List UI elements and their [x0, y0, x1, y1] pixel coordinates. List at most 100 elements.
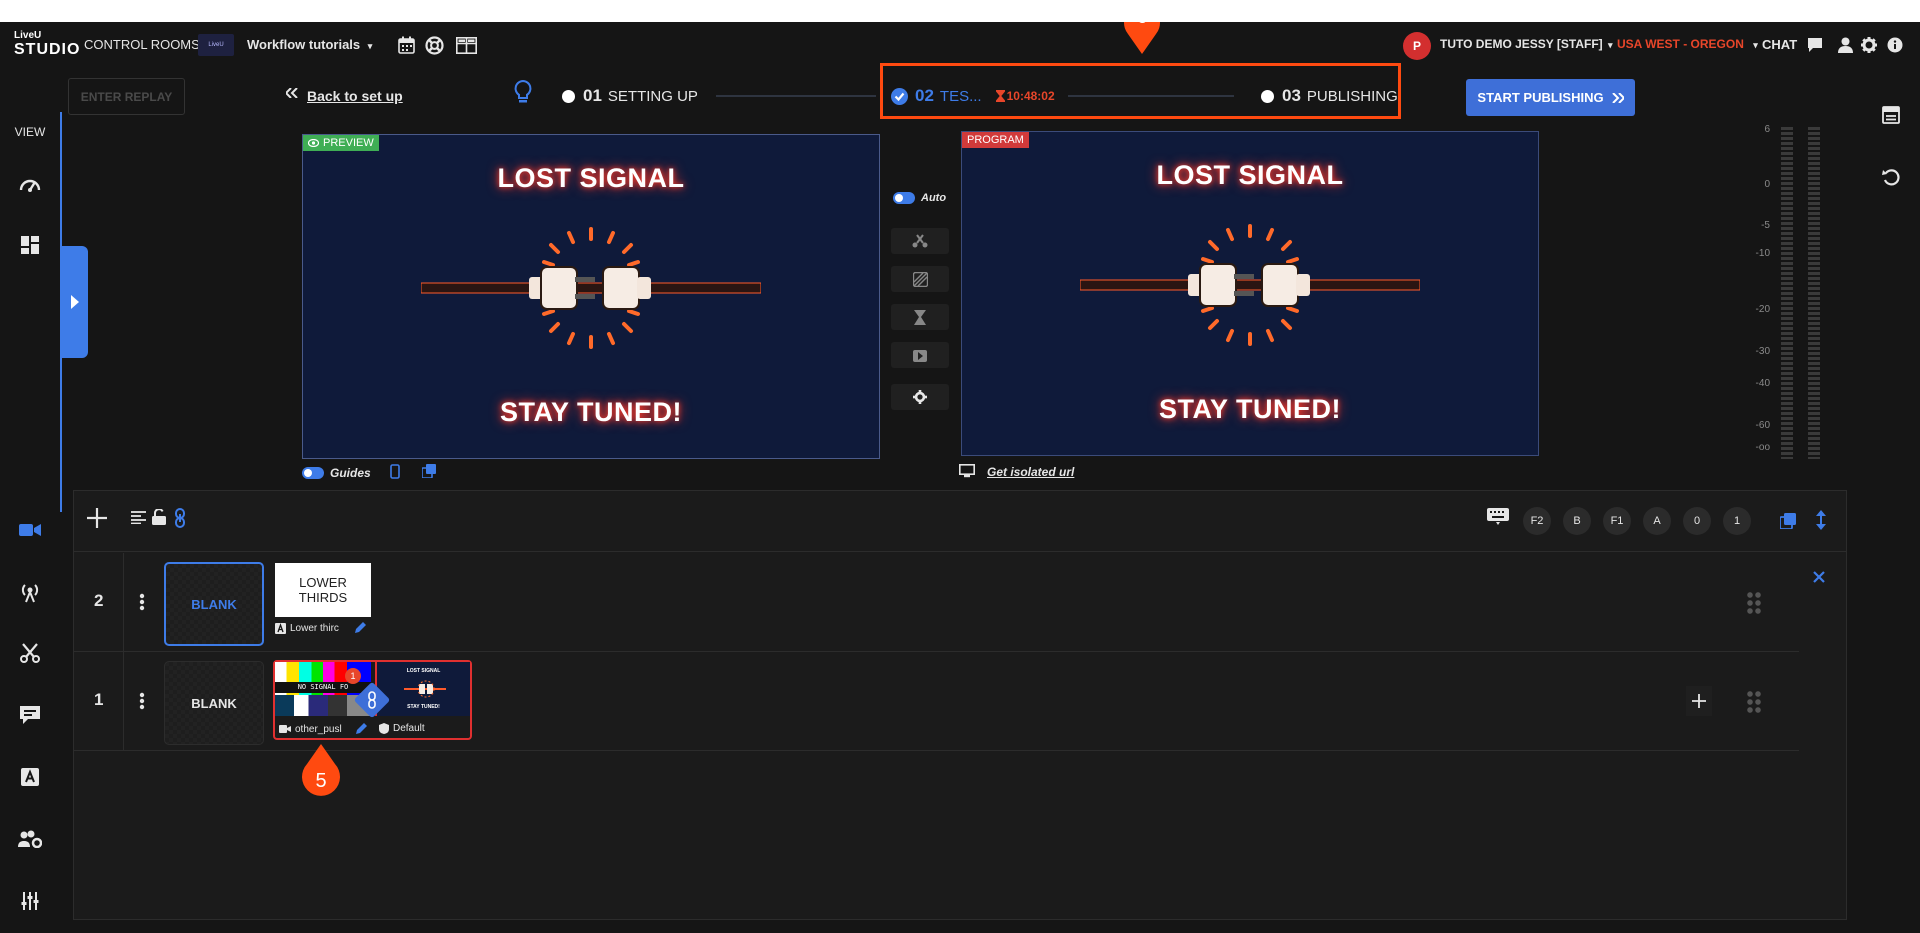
- blank-source-tile[interactable]: BLANK: [164, 661, 264, 745]
- plus-icon[interactable]: [86, 507, 108, 534]
- panel-view-icon[interactable]: [1877, 101, 1905, 129]
- step-number: 01: [583, 86, 602, 105]
- sliders-mixer-icon[interactable]: [16, 887, 44, 915]
- close-icon[interactable]: [1813, 570, 1825, 588]
- chat-link[interactable]: CHAT: [1762, 37, 1797, 52]
- back-to-setup-link[interactable]: Back to set up: [307, 88, 403, 104]
- source-caption-text: Lower thirc: [290, 622, 339, 634]
- keyboard-icon[interactable]: [1487, 508, 1509, 531]
- copy-layers-icon[interactable]: [421, 464, 436, 483]
- lower-thirds-source-tile[interactable]: LOWER THIRDS Lower thirc: [275, 563, 371, 635]
- audio-meter-left: [1781, 127, 1793, 459]
- user-name: TUTO DEMO JESSY [STAFF]: [1440, 37, 1603, 51]
- shortcut-key-0[interactable]: 0: [1683, 507, 1711, 535]
- drag-handle-icon[interactable]: [1746, 591, 1762, 615]
- mobile-preview-icon[interactable]: [390, 464, 400, 484]
- unlock-icon[interactable]: [152, 508, 166, 530]
- transition-stinger-button[interactable]: [891, 342, 949, 368]
- unplugged-cable-graphic: [421, 227, 761, 349]
- overlay-caption: Default: [379, 723, 425, 734]
- logo-bottom-text: STUDIO: [14, 41, 81, 58]
- source-caption: Lower thirc: [275, 621, 371, 635]
- text-graphics-icon[interactable]: [16, 763, 44, 791]
- tutorial-callout-5: 5: [300, 744, 342, 802]
- step-setting-up[interactable]: 01 SETTING UP: [562, 86, 698, 106]
- calendar-icon[interactable]: [396, 35, 416, 55]
- start-publishing-label: START PUBLISHING: [1477, 90, 1604, 105]
- chevron-right-icon: [70, 295, 79, 309]
- pencil-edit-icon[interactable]: [354, 722, 368, 736]
- guides-toggle[interactable]: Guides: [302, 466, 371, 480]
- shortcut-key-f1[interactable]: F1: [1603, 507, 1631, 535]
- double-chevron-right-icon: [1611, 92, 1624, 103]
- add-source-button[interactable]: [1686, 686, 1712, 716]
- preview-monitor[interactable]: PREVIEW LOST SIGNAL STAY TUNED!: [302, 134, 880, 459]
- undo-history-icon[interactable]: [1877, 163, 1905, 191]
- dashboard-layout-icon[interactable]: [16, 231, 44, 259]
- layer-options-kebab-icon[interactable]: [139, 593, 145, 616]
- pencil-edit-icon[interactable]: [353, 621, 367, 635]
- side-panel-toggle[interactable]: [60, 246, 88, 358]
- drag-handle-icon[interactable]: [1746, 690, 1762, 714]
- blank-source-tile[interactable]: BLANK: [164, 562, 264, 646]
- gear-icon[interactable]: [1860, 36, 1878, 54]
- program-monitor[interactable]: PROGRAM LOST SIGNAL STAY TUNED!: [961, 131, 1539, 456]
- overlay-caption-text: Default: [393, 723, 425, 734]
- linked-source-group[interactable]: NO SIGNAL FO 1 LOST SIGNAL STAY TUNED! o…: [273, 660, 472, 740]
- auto-transition-toggle[interactable]: Auto: [893, 192, 946, 204]
- workspace-selector[interactable]: Workflow tutorials ▾: [247, 37, 372, 52]
- layer-options-kebab-icon[interactable]: [139, 692, 145, 715]
- copy-layers-icon[interactable]: [1779, 513, 1796, 534]
- caption-message-icon[interactable]: [16, 701, 44, 729]
- user-avatar[interactable]: P: [1403, 32, 1431, 60]
- scissors-clips-icon[interactable]: [16, 639, 44, 667]
- shortcut-key-a[interactable]: A: [1643, 507, 1671, 535]
- link-chain-icon[interactable]: [174, 508, 186, 533]
- user-profile-icon[interactable]: [1836, 36, 1854, 54]
- user-initial: P: [1412, 39, 1421, 53]
- enter-replay-button[interactable]: ENTER REPLAY: [68, 78, 185, 115]
- expand-vertical-icon[interactable]: [1816, 510, 1826, 535]
- dashboard-gauge-icon[interactable]: [16, 170, 44, 198]
- layer-number: 2: [94, 591, 104, 610]
- control-rooms-link[interactable]: CONTROL ROOMS: [84, 37, 200, 52]
- lightbulb-tips-icon[interactable]: [514, 79, 534, 106]
- transition-cut-button[interactable]: [891, 228, 949, 254]
- callout-number: 5: [315, 770, 327, 792]
- color-bars-thumbnail: NO SIGNAL FO 1: [275, 662, 371, 716]
- chat-bubble-icon[interactable]: [1806, 36, 1824, 54]
- transition-wipe-button[interactable]: [891, 304, 949, 330]
- camera-sources-icon[interactable]: [16, 516, 44, 544]
- mix-transition-icon: [912, 271, 928, 287]
- layout-grid-icon[interactable]: [455, 35, 477, 55]
- region-selector[interactable]: USA WEST - OREGON ▾: [1617, 37, 1758, 51]
- stinger-transition-icon: [913, 349, 927, 362]
- thumb-title: LOST SIGNAL: [406, 668, 441, 674]
- blank-label: BLANK: [191, 596, 237, 612]
- lifebuoy-help-icon[interactable]: [424, 35, 444, 55]
- lower-thirds-title: LOWER THIRDS: [298, 575, 348, 605]
- double-chevron-left-icon: [286, 85, 300, 101]
- shortcut-key-1[interactable]: 1: [1723, 507, 1751, 535]
- broadcast-tower-icon[interactable]: [16, 578, 44, 606]
- meter-tick: -5: [1761, 220, 1770, 231]
- transition-settings-button[interactable]: [891, 384, 949, 410]
- users-settings-icon[interactable]: [16, 825, 44, 853]
- start-publishing-button[interactable]: START PUBLISHING: [1466, 79, 1635, 116]
- meter-tick: 6: [1764, 124, 1770, 135]
- unplugged-cable-graphic: [1080, 224, 1420, 346]
- view-menu-label[interactable]: VIEW: [0, 125, 60, 139]
- layer-number: 1: [94, 690, 104, 709]
- layer-row: 2 BLANK LOWER THIRDS Lower thirc: [74, 553, 1799, 652]
- shortcut-key-b[interactable]: B: [1563, 507, 1591, 535]
- gear-icon: [913, 390, 927, 404]
- info-icon[interactable]: [1886, 36, 1904, 54]
- meter-tick: -60: [1755, 420, 1770, 431]
- get-isolated-url-link[interactable]: Get isolated url: [987, 465, 1074, 479]
- stay-tuned-title: STAY TUNED!: [499, 397, 683, 427]
- liveu-studio-logo[interactable]: LiveU STUDIO: [14, 31, 80, 58]
- shortcut-key-f2[interactable]: F2: [1523, 507, 1551, 535]
- transition-mix-button[interactable]: [891, 266, 949, 292]
- align-left-icon[interactable]: [131, 511, 146, 529]
- user-menu[interactable]: TUTO DEMO JESSY [STAFF] ▾: [1440, 37, 1613, 51]
